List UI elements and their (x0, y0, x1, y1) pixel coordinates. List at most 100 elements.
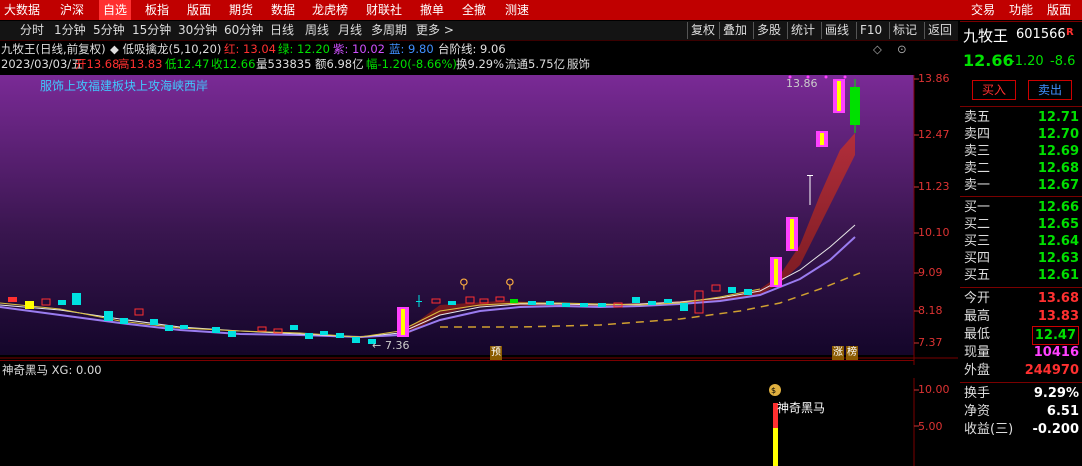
stat-value: 12.47 (1031, 326, 1079, 345)
ask-row: 卖三 12.69 (963, 143, 1081, 160)
period-more[interactable]: 更多 > (416, 21, 454, 40)
period-timeshare[interactable]: 分时 (20, 21, 44, 40)
stat-value: -0.200 (1032, 422, 1079, 437)
ask-row: 卖五 12.71 (963, 109, 1081, 126)
stat-label: 收益(三) (964, 422, 1014, 437)
bid-row: 买一 12.66 (963, 199, 1081, 216)
money-bag-symbol: $ (771, 386, 776, 395)
menu-data[interactable]: 数据 (271, 0, 295, 20)
price-change: -1.20 (1010, 54, 1044, 69)
period-monthly[interactable]: 月线 (338, 21, 362, 40)
sub-chart-divider (0, 360, 914, 361)
indicator-red: 红: 13.04 (224, 42, 276, 56)
bid-row: 买二 12.65 (963, 216, 1081, 233)
top-menubar: 大数据 沪深 自选 板指 版面 期货 数据 龙虎榜 财联社 撤单 全撤 测速 交… (0, 0, 1082, 20)
stock-name: 九牧王 (963, 27, 1009, 45)
bid-price: 12.63 (1037, 251, 1079, 266)
menu-cailianshe[interactable]: 财联社 (366, 0, 402, 20)
tool-mark[interactable]: 标记 (889, 22, 917, 39)
ask-label: 卖一 (964, 178, 991, 193)
menu-layout[interactable]: 版面 (187, 0, 211, 20)
ask-label: 卖五 (964, 110, 991, 125)
bid-label: 买一 (964, 200, 991, 215)
stat-value: 13.83 (1037, 309, 1079, 324)
pin-icon[interactable]: ⊙ (897, 42, 907, 56)
menu-cancel-order[interactable]: 撤单 (420, 0, 444, 20)
stat-value: 244970 (1024, 363, 1079, 378)
tool-fuquan[interactable]: 复权 (687, 22, 715, 39)
menu-layout-right[interactable]: 版面 (1047, 0, 1071, 20)
quote-panel: 九牧王 601566 R 12.66 -1.20 -8.6 买入 卖出 卖五 12… (960, 21, 1082, 466)
chart-header-line1: 九牧王(日线,前复权) ◆ 低吸擒龙(5,10,20) 红: 13.04 绿: … (0, 42, 915, 58)
diamond-icon[interactable]: ◇ (873, 42, 882, 56)
bar-turnover: 换9.29% (456, 57, 505, 71)
period-1min[interactable]: 1分钟 (54, 21, 86, 40)
bid-row: 买五 12.61 (963, 267, 1081, 284)
tag-yu[interactable]: 预 (490, 346, 502, 360)
period-5min[interactable]: 5分钟 (93, 21, 125, 40)
ask-price: 12.68 (1037, 161, 1079, 176)
tool-multi-stock[interactable]: 多股 (753, 22, 781, 39)
signal-bar (773, 428, 778, 466)
bar-volume: 量533835 (256, 57, 312, 71)
bid-price: 12.65 (1037, 217, 1079, 232)
stat-label: 最高 (964, 309, 991, 324)
tool-overlay[interactable]: 叠加 (719, 22, 747, 39)
bar-amount: 额6.98亿 (315, 57, 364, 71)
period-15min[interactable]: 15分钟 (132, 21, 171, 40)
bar-low: 低12.47 (165, 57, 210, 71)
tool-stats[interactable]: 统计 (787, 22, 815, 39)
tag-zhang[interactable]: 涨 (832, 346, 844, 360)
stat-row: 换手 9.29% (963, 385, 1081, 402)
bar-high: 高13.83 (118, 57, 163, 71)
indicator-green: 绿: 12.20 (278, 42, 330, 56)
sub-axis-label: 10.00 (918, 383, 950, 396)
period-60min[interactable]: 60分钟 (224, 21, 263, 40)
sell-button[interactable]: 卖出 (1028, 80, 1072, 100)
menu-futures[interactable]: 期货 (229, 0, 253, 20)
bid-price: 12.64 (1037, 234, 1079, 249)
sector-banner: 服饰上攻福建板块上攻海峡西岸 (40, 79, 209, 93)
menu-cancel-all[interactable]: 全撤 (462, 0, 486, 20)
menu-hushen[interactable]: 沪深 (60, 0, 84, 20)
tag-bang[interactable]: 榜 (846, 346, 858, 360)
menu-index[interactable]: 板指 (145, 0, 169, 20)
period-multi[interactable]: 多周期 (371, 21, 407, 40)
tool-f10[interactable]: F10 (856, 22, 882, 39)
stat-label: 净资 (964, 404, 991, 419)
menu-big-data[interactable]: 大数据 (4, 0, 40, 20)
period-weekly[interactable]: 周线 (305, 21, 329, 40)
sub-chart-title: 神奇黑马 XG: 0.00 (2, 363, 102, 377)
current-price: 12.66 (963, 51, 1014, 70)
ask-price: 12.69 (1037, 144, 1079, 159)
indicator-name[interactable]: ◆ 低吸擒龙(5,10,20) (110, 42, 221, 56)
ask-price: 12.70 (1037, 127, 1079, 142)
bid-row: 买三 12.64 (963, 233, 1081, 250)
period-daily[interactable]: 日线 (270, 21, 294, 40)
price-change-pct: -8.6 (1050, 54, 1076, 69)
signal-person-icon: ⚲ (505, 277, 515, 292)
period-toolbar: 分时 1分钟 5分钟 15分钟 30分钟 60分钟 日线 周线 月线 多周期 更… (0, 21, 958, 41)
low-marker-arrow: ← (372, 339, 382, 352)
menu-dragon-tiger[interactable]: 龙虎榜 (312, 0, 348, 20)
sub-chart[interactable]: $ (0, 378, 958, 466)
ask-row: 卖四 12.70 (963, 126, 1081, 143)
menu-watchlist[interactable]: 自选 (99, 0, 132, 20)
menu-function[interactable]: 功能 (1009, 0, 1033, 20)
stock-code: 601566 (1016, 27, 1066, 42)
period-30min[interactable]: 30分钟 (178, 21, 217, 40)
tool-back[interactable]: 返回 (924, 22, 952, 39)
high-marker: 13.86 (786, 77, 818, 90)
menu-trade[interactable]: 交易 (971, 0, 995, 20)
stat-row: 最低 12.47 (963, 326, 1081, 345)
kline-chart[interactable]: ⚲ ⚲ (0, 75, 958, 365)
bar-float-shares: 流通5.75亿 (505, 57, 566, 71)
bar-change: 幅-1.20(-8.66%) (366, 57, 457, 71)
buy-button[interactable]: 买入 (972, 80, 1016, 100)
tool-draw-line[interactable]: 画线 (821, 22, 849, 39)
stat-row: 现量 10416 (963, 344, 1081, 361)
price-axis-label: 13.86 (918, 72, 950, 85)
ask-label: 卖三 (964, 144, 991, 159)
ask-price: 12.67 (1037, 178, 1079, 193)
menu-speed-test[interactable]: 测速 (505, 0, 529, 20)
